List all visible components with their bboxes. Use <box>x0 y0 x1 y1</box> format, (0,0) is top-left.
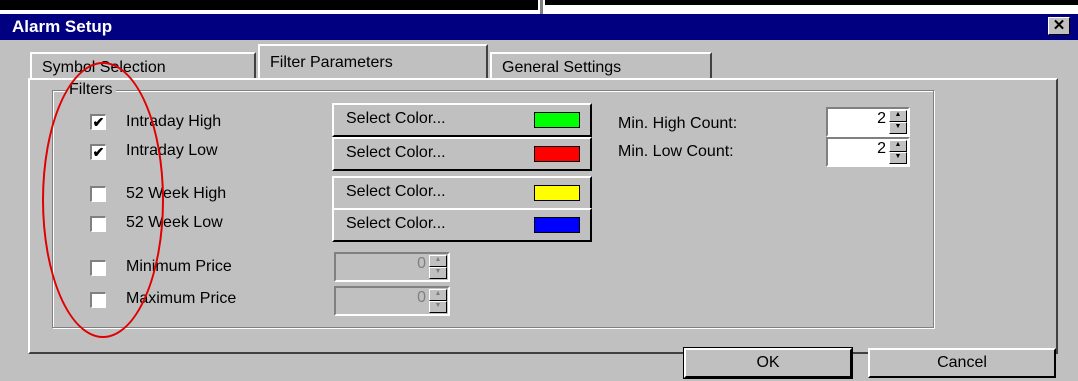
background-bar <box>545 0 1078 5</box>
button-label: Select Color... <box>346 215 446 232</box>
background-bar <box>0 0 538 10</box>
spin-up-icon[interactable]: ▲ <box>889 110 907 122</box>
spinner-arrows: ▲ ▼ <box>429 289 447 313</box>
spin-up-icon[interactable]: ▲ <box>429 289 447 301</box>
intraday-high-label: Intraday High <box>126 113 222 130</box>
close-button[interactable]: ✕ <box>1048 17 1070 35</box>
spin-up-icon[interactable]: ▲ <box>889 140 907 152</box>
spin-down-icon[interactable]: ▼ <box>889 122 907 134</box>
spinner-arrows: ▲ ▼ <box>889 110 907 134</box>
checkmark-icon: ✔ <box>92 114 105 130</box>
tab-label: Filter Parameters <box>270 54 393 71</box>
tab-general-settings[interactable]: General Settings <box>490 52 712 80</box>
button-label: Select Color... <box>346 183 446 200</box>
window-title: Alarm Setup <box>12 17 113 36</box>
color-swatch <box>534 146 580 162</box>
spinner-arrows: ▲ ▼ <box>429 255 447 279</box>
intraday-low-label: Intraday Low <box>126 142 218 159</box>
maximum-price-label: Maximum Price <box>126 290 237 307</box>
spinner-value: 0 <box>417 255 426 272</box>
select-color-high-button[interactable]: Select Color... <box>332 103 592 137</box>
spinner-value: 2 <box>877 140 886 157</box>
tab-filter-parameters[interactable]: Filter Parameters <box>258 44 488 78</box>
tab-label: General Settings <box>502 59 622 76</box>
background-window-strip <box>0 0 1078 14</box>
button-label: Select Color... <box>346 110 446 127</box>
tab-symbol-selection[interactable]: Symbol Selection <box>30 52 256 80</box>
title-bar: Alarm Setup ✕ <box>0 14 1078 40</box>
spinner-arrows: ▲ ▼ <box>889 140 907 164</box>
minimum-price-checkbox[interactable] <box>90 260 106 276</box>
color-swatch <box>534 112 580 128</box>
minimum-price-spinner[interactable]: 0 ▲ ▼ <box>334 252 450 282</box>
52-week-low-checkbox[interactable] <box>90 216 106 232</box>
52-week-high-checkbox[interactable] <box>90 186 106 202</box>
spin-down-icon[interactable]: ▼ <box>889 152 907 164</box>
ok-button[interactable]: OK <box>683 347 853 379</box>
spin-down-icon[interactable]: ▼ <box>429 301 447 313</box>
background-separator <box>540 0 543 14</box>
min-high-count-label: Min. High Count: <box>618 115 738 132</box>
min-low-count-spinner[interactable]: 2 ▲ ▼ <box>826 137 910 167</box>
close-icon: ✕ <box>1052 17 1066 34</box>
select-color-52-week-low-button[interactable]: Select Color... <box>332 208 592 242</box>
tab-label: Symbol Selection <box>42 59 166 76</box>
spin-up-icon[interactable]: ▲ <box>429 255 447 267</box>
min-low-count-label: Min. Low Count: <box>618 143 734 160</box>
button-label: Select Color... <box>346 144 446 161</box>
filters-group-label: Filters <box>66 81 116 99</box>
minimum-price-label: Minimum Price <box>126 258 232 275</box>
select-color-low-button[interactable]: Select Color... <box>332 137 592 171</box>
52-week-high-label: 52 Week High <box>126 185 227 202</box>
color-swatch <box>534 217 580 233</box>
spinner-value: 2 <box>877 110 886 127</box>
52-week-low-label: 52 Week Low <box>126 214 223 231</box>
select-color-52-week-high-button[interactable]: Select Color... <box>332 176 592 210</box>
cancel-button[interactable]: Cancel <box>868 348 1056 378</box>
spin-down-icon[interactable]: ▼ <box>429 267 447 279</box>
intraday-high-checkbox[interactable]: ✔ <box>90 114 106 130</box>
spinner-value: 0 <box>417 289 426 306</box>
color-swatch <box>534 185 580 201</box>
maximum-price-checkbox[interactable] <box>90 292 106 308</box>
checkmark-icon: ✔ <box>92 144 105 160</box>
maximum-price-spinner[interactable]: 0 ▲ ▼ <box>334 286 450 316</box>
intraday-low-checkbox[interactable]: ✔ <box>90 144 106 160</box>
min-high-count-spinner[interactable]: 2 ▲ ▼ <box>826 107 910 137</box>
